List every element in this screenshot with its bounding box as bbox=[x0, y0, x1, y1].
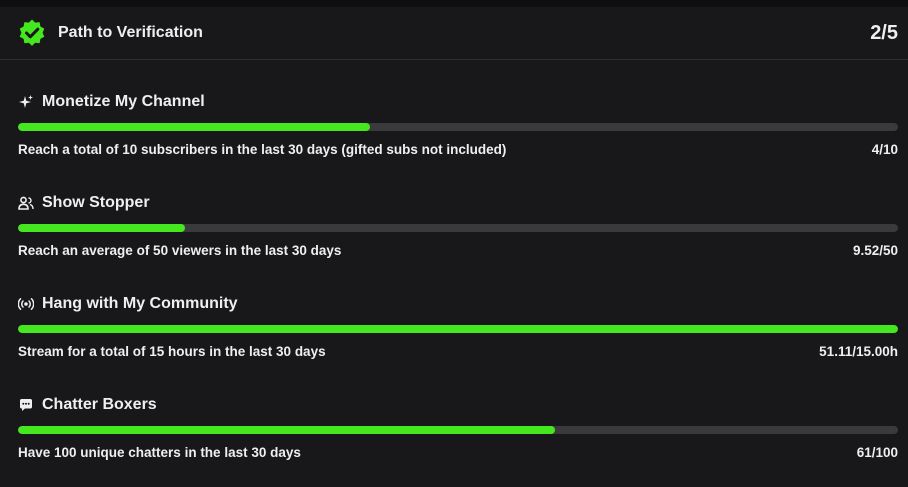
requirement-value: 51.11/15.00h bbox=[819, 344, 898, 359]
progress-bar-fill bbox=[18, 123, 370, 131]
requirement-community: Hang with My Community Stream for a tota… bbox=[18, 292, 898, 359]
verification-progress-count: 2/5 bbox=[870, 21, 898, 44]
requirement-value: 61/100 bbox=[856, 445, 898, 460]
requirement-title: Monetize My Channel bbox=[42, 93, 205, 110]
requirement-show-stopper: Show Stopper Reach an average of 50 view… bbox=[18, 191, 898, 258]
progress-bar bbox=[18, 426, 898, 434]
requirement-monetize: Monetize My Channel Reach a total of 10 … bbox=[18, 90, 898, 157]
sparkle-icon bbox=[18, 94, 34, 110]
progress-bar bbox=[18, 325, 898, 333]
requirement-header: Monetize My Channel bbox=[18, 90, 898, 114]
verification-panel: Path to Verification 2/5 Monetize My Cha… bbox=[0, 7, 908, 487]
requirement-description: Have 100 unique chatters in the last 30 … bbox=[18, 445, 301, 460]
requirement-value: 9.52/50 bbox=[852, 243, 898, 258]
progress-bar-fill bbox=[18, 325, 898, 333]
viewers-icon bbox=[18, 195, 34, 211]
requirement-header: Chatter Boxers bbox=[18, 393, 898, 417]
requirement-title: Hang with My Community bbox=[42, 295, 238, 312]
requirement-header: Hang with My Community bbox=[18, 292, 898, 316]
chat-bubble-icon bbox=[18, 397, 34, 413]
requirement-value: 4/10 bbox=[871, 142, 898, 157]
requirement-header: Show Stopper bbox=[18, 191, 898, 215]
requirement-title: Show Stopper bbox=[42, 194, 150, 211]
progress-bar bbox=[18, 123, 898, 131]
progress-bar bbox=[18, 224, 898, 232]
progress-bar-fill bbox=[18, 224, 186, 232]
broadcast-icon bbox=[18, 296, 34, 312]
progress-bar-fill bbox=[18, 426, 555, 434]
requirement-description: Stream for a total of 15 hours in the la… bbox=[18, 344, 326, 359]
panel-header: Path to Verification 2/5 bbox=[0, 7, 908, 60]
requirement-description: Reach an average of 50 viewers in the la… bbox=[18, 243, 342, 258]
verified-badge-icon bbox=[17, 18, 47, 48]
requirement-title: Chatter Boxers bbox=[42, 396, 157, 413]
requirement-description: Reach a total of 10 subscribers in the l… bbox=[18, 142, 507, 157]
requirement-chatter-boxers: Chatter Boxers Have 100 unique chatters … bbox=[18, 393, 898, 460]
panel-title: Path to Verification bbox=[58, 24, 203, 41]
